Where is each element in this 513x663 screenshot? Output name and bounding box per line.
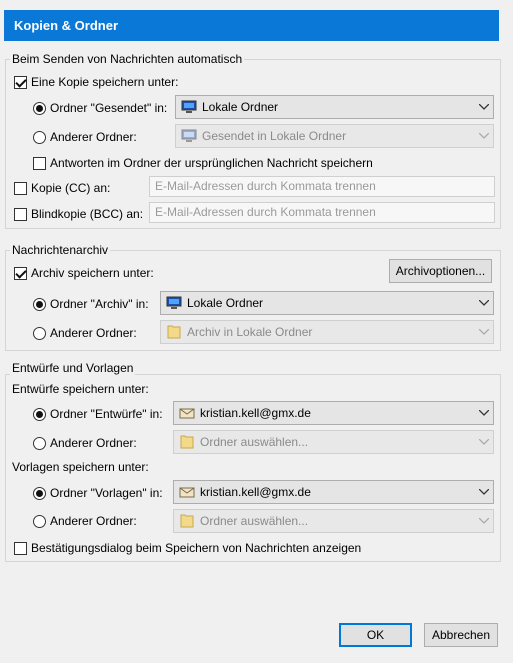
sent-other-label: Anderer Ordner: — [50, 130, 137, 144]
confirm-dialog-label: Bestätigungsdialog beim Speichern von Na… — [31, 541, 362, 555]
mail-account-icon — [179, 485, 195, 499]
archive-save-checkbox-box[interactable] — [14, 266, 27, 280]
folder-icon — [179, 435, 195, 449]
templates-other-dropdown[interactable]: Ordner auswählen... — [173, 509, 494, 533]
drafts-other-value: Ordner auswählen... — [200, 435, 309, 449]
replies-checkbox-box[interactable] — [33, 156, 46, 170]
replies-checkbox[interactable]: Antworten im Ordner der ursprünglichen N… — [33, 156, 373, 170]
mail-account-icon — [179, 406, 195, 420]
sent-folder-radio-dot[interactable] — [33, 101, 46, 115]
templates-folder-value: kristian.kell@gmx.de — [200, 485, 311, 499]
archive-folder-dropdown[interactable]: Lokale Ordner — [160, 291, 494, 315]
archive-folder-radio[interactable]: Ordner "Archiv" in: — [33, 297, 149, 311]
chevron-down-icon — [475, 402, 493, 424]
archive-other-radio-dot[interactable] — [33, 326, 46, 340]
archive-other-label: Anderer Ordner: — [50, 326, 137, 340]
sent-folder-dropdown[interactable]: Lokale Ordner — [175, 95, 494, 119]
archive-folder-label: Ordner "Archiv" in: — [50, 297, 149, 311]
bcc-checkbox[interactable]: Blindkopie (BCC) an: — [14, 207, 143, 221]
drafts-other-radio[interactable]: Anderer Ordner: — [33, 436, 137, 450]
archive-folder-value: Lokale Ordner — [187, 296, 264, 310]
sent-folder-value: Lokale Ordner — [202, 100, 279, 114]
confirm-dialog-checkbox[interactable]: Bestätigungsdialog beim Speichern von Na… — [14, 541, 361, 555]
cancel-button[interactable]: Abbrechen — [424, 623, 498, 647]
drafts-folder-radio-dot[interactable] — [33, 407, 46, 421]
templates-other-radio-dot[interactable] — [33, 514, 46, 528]
sent-other-radio-dot[interactable] — [33, 130, 46, 144]
archive-save-checkbox[interactable]: Archiv speichern unter: — [14, 266, 154, 280]
archive-options-button[interactable]: Archivoptionen... — [389, 259, 492, 283]
chevron-down-icon — [475, 292, 493, 314]
drafts-folder-dropdown[interactable]: kristian.kell@gmx.de — [173, 401, 494, 425]
templates-other-radio[interactable]: Anderer Ordner: — [33, 514, 137, 528]
archive-folder-radio-dot[interactable] — [33, 297, 46, 311]
cc-input[interactable]: E-Mail-Adressen durch Kommata trennen — [149, 176, 495, 197]
chevron-down-icon — [475, 481, 493, 503]
bcc-label: Blindkopie (BCC) an: — [31, 207, 144, 221]
drafts-other-label: Anderer Ordner: — [50, 436, 137, 450]
templates-other-label: Anderer Ordner: — [50, 514, 137, 528]
ok-button[interactable]: OK — [339, 623, 412, 647]
sent-folder-label: Ordner "Gesendet" in: — [50, 101, 168, 115]
templates-heading: Vorlagen speichern unter: — [12, 460, 149, 474]
folder-icon — [166, 325, 182, 339]
templates-folder-label: Ordner "Vorlagen" in: — [50, 486, 163, 500]
drafts-legend: Entwürfe und Vorlagen — [10, 361, 136, 375]
drafts-folder-radio[interactable]: Ordner "Entwürfe" in: — [33, 407, 163, 421]
sent-other-value: Gesendet in Lokale Ordner — [202, 129, 347, 143]
chevron-down-icon — [475, 125, 493, 147]
computer-icon — [181, 100, 197, 114]
drafts-other-dropdown[interactable]: Ordner auswählen... — [173, 430, 494, 454]
cc-checkbox-box[interactable] — [14, 181, 27, 195]
drafts-folder-value: kristian.kell@gmx.de — [200, 406, 311, 420]
drafts-other-radio-dot[interactable] — [33, 436, 46, 450]
archive-other-dropdown[interactable]: Archiv in Lokale Ordner — [160, 320, 494, 344]
chevron-down-icon — [475, 321, 493, 343]
archive-other-radio[interactable]: Anderer Ordner: — [33, 326, 137, 340]
bcc-checkbox-box[interactable] — [14, 207, 27, 221]
confirm-dialog-checkbox-box[interactable] — [14, 541, 27, 555]
drafts-heading: Entwürfe speichern unter: — [12, 382, 149, 396]
archive-legend: Nachrichtenarchiv — [10, 243, 111, 257]
sent-other-radio[interactable]: Anderer Ordner: — [33, 130, 137, 144]
templates-other-value: Ordner auswählen... — [200, 514, 309, 528]
computer-icon — [181, 129, 197, 143]
drafts-folder-label: Ordner "Entwürfe" in: — [50, 407, 163, 421]
chevron-down-icon — [475, 431, 493, 453]
computer-icon — [166, 296, 182, 310]
folder-icon — [179, 514, 195, 528]
cc-label: Kopie (CC) an: — [31, 181, 111, 195]
replies-label: Antworten im Ordner der ursprünglichen N… — [50, 156, 373, 170]
save-copy-checkbox-box[interactable] — [14, 75, 27, 89]
sent-other-dropdown[interactable]: Gesendet in Lokale Ordner — [175, 124, 494, 148]
dialog-title: Kopien & Ordner — [4, 10, 499, 41]
bcc-input[interactable]: E-Mail-Adressen durch Kommata trennen — [149, 202, 495, 223]
chevron-down-icon — [475, 96, 493, 118]
save-copy-label: Eine Kopie speichern unter: — [31, 75, 179, 89]
templates-folder-dropdown[interactable]: kristian.kell@gmx.de — [173, 480, 494, 504]
cc-checkbox[interactable]: Kopie (CC) an: — [14, 181, 110, 195]
archive-other-value: Archiv in Lokale Ordner — [187, 325, 313, 339]
templates-folder-radio-dot[interactable] — [33, 486, 46, 500]
save-copy-checkbox[interactable]: Eine Kopie speichern unter: — [14, 75, 178, 89]
archive-save-label: Archiv speichern unter: — [31, 266, 154, 280]
chevron-down-icon — [475, 510, 493, 532]
sending-legend: Beim Senden von Nachrichten automatisch — [10, 52, 245, 66]
sent-folder-radio[interactable]: Ordner "Gesendet" in: — [33, 101, 167, 115]
templates-folder-radio[interactable]: Ordner "Vorlagen" in: — [33, 486, 163, 500]
